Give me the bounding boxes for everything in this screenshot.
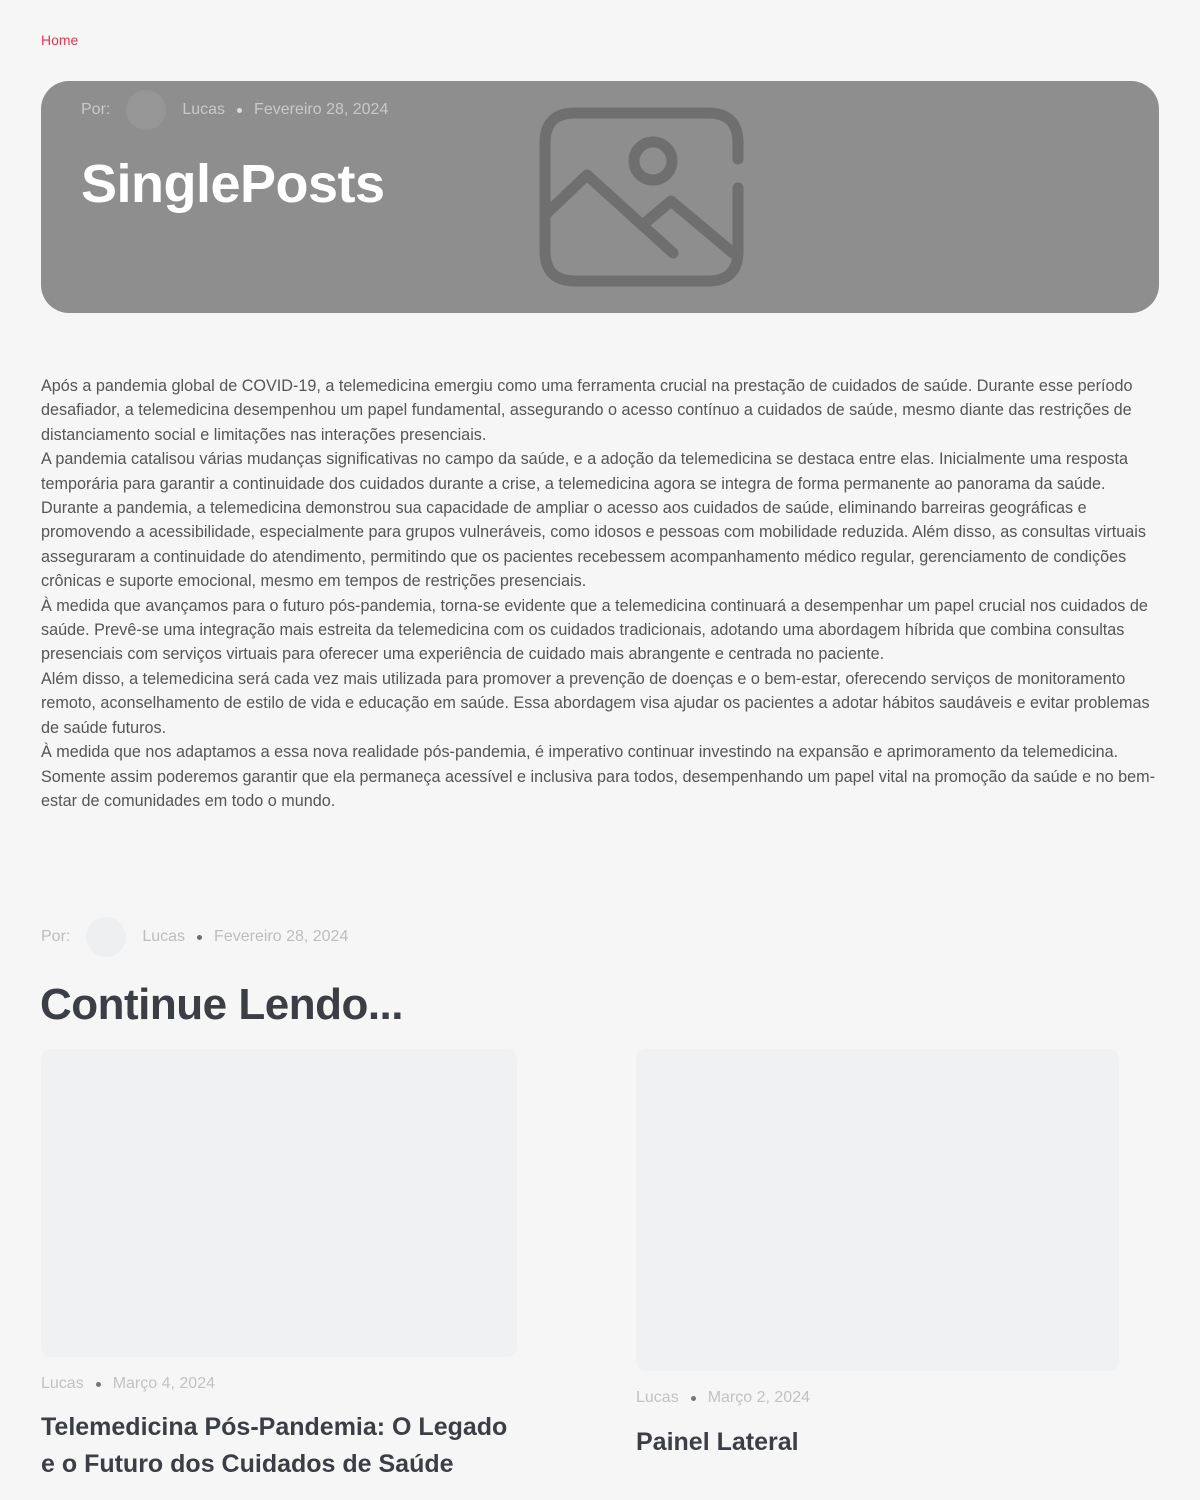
card-meta: Lucas Março 4, 2024 xyxy=(41,1373,517,1395)
continue-reading-heading: Continue Lendo... xyxy=(40,980,404,1029)
card-author[interactable]: Lucas xyxy=(41,1375,84,1393)
article-paragraph: A pandemia catalisou várias mudanças sig… xyxy=(41,450,1128,493)
by-label: Por: xyxy=(81,101,111,118)
hero-banner: Por: Lucas Fevereiro 28, 2024 SinglePost… xyxy=(41,81,1159,313)
article-paragraph: Além disso, a telemedicina será cada vez… xyxy=(41,669,1150,737)
image-placeholder-icon xyxy=(539,107,744,287)
separator-dot xyxy=(237,107,243,113)
author-meta: Por: Lucas Fevereiro 28, 2024 xyxy=(41,917,348,957)
author-name[interactable]: Lucas xyxy=(142,928,185,946)
author-name[interactable]: Lucas xyxy=(182,101,225,119)
post-date: Fevereiro 28, 2024 xyxy=(214,928,349,945)
card-title-link[interactable]: Telemedicina Pós-Pandemia: O Legado e o … xyxy=(41,1409,517,1483)
article-paragraph: À medida que avançamos para o futuro pós… xyxy=(41,596,1148,664)
post-thumbnail[interactable] xyxy=(636,1049,1119,1371)
card-author[interactable]: Lucas xyxy=(636,1389,679,1407)
related-post-card[interactable]: Lucas Março 4, 2024 Telemedicina Pós-Pan… xyxy=(41,1049,517,1483)
article-paragraph: À medida que nos adaptamos a essa nova r… xyxy=(41,743,1155,810)
hero-post-meta: Por: Lucas Fevereiro 28, 2024 xyxy=(81,90,388,130)
separator-dot xyxy=(690,1395,696,1401)
by-label: Por: xyxy=(41,928,71,945)
separator-dot xyxy=(95,1381,101,1387)
article-paragraph: Após a pandemia global de COVID-19, a te… xyxy=(41,377,1133,444)
post-date: Fevereiro 28, 2024 xyxy=(254,101,389,118)
article-body: Após a pandemia global de COVID-19, a te… xyxy=(41,374,1166,813)
card-title-link[interactable]: Painel Lateral xyxy=(636,1424,1119,1461)
page-title: SinglePosts xyxy=(81,154,385,214)
separator-dot xyxy=(197,934,203,940)
breadcrumb-home-link[interactable]: Home xyxy=(41,32,78,48)
card-meta: Lucas Março 2, 2024 xyxy=(636,1387,1119,1409)
card-date: Março 4, 2024 xyxy=(112,1375,215,1392)
post-thumbnail[interactable] xyxy=(41,1049,517,1357)
card-date: Março 2, 2024 xyxy=(707,1389,810,1406)
related-post-card[interactable]: Lucas Março 2, 2024 Painel Lateral xyxy=(636,1049,1119,1461)
author-avatar[interactable] xyxy=(86,917,127,957)
article-paragraph: Durante a pandemia, a telemedicina demon… xyxy=(41,499,1146,591)
author-avatar[interactable] xyxy=(126,90,167,130)
